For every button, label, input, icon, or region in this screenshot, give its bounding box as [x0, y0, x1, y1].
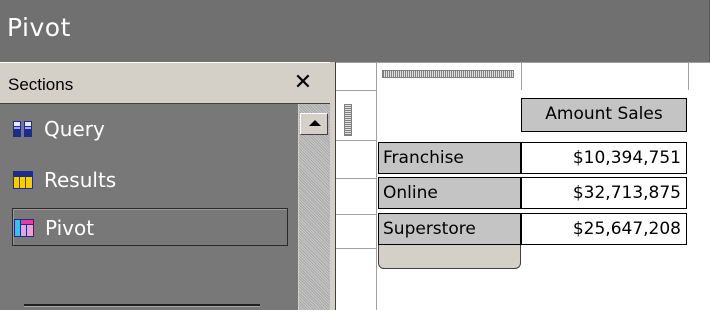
- row-header[interactable]: Franchise: [378, 142, 521, 174]
- sections-scrollbar[interactable]: [298, 104, 331, 310]
- section-divider: [24, 304, 260, 307]
- section-item-label: Query: [44, 117, 105, 141]
- section-item-label: Results: [44, 168, 117, 192]
- row-drop-handle[interactable]: [344, 104, 352, 136]
- grid-line: [336, 214, 376, 215]
- close-icon[interactable]: ✕: [291, 69, 315, 97]
- row-header[interactable]: Online: [378, 177, 521, 209]
- title-bar: Pivot: [0, 0, 710, 62]
- grid-line: [336, 90, 376, 91]
- section-item-results[interactable]: Results: [12, 161, 288, 199]
- grid-line: [376, 62, 377, 310]
- grid-line: [336, 140, 376, 141]
- table-cell-value: $10,394,751: [521, 142, 687, 174]
- pivot-grid: Amount Sales Franchise $10,394,751 Onlin…: [336, 62, 710, 310]
- window-title: Pivot: [7, 13, 71, 42]
- grid-line: [336, 248, 376, 249]
- column-header-amount-sales[interactable]: Amount Sales: [521, 98, 687, 132]
- grid-line: [336, 178, 376, 179]
- grid-line: [336, 62, 710, 63]
- column-drop-handle[interactable]: [382, 70, 514, 78]
- scroll-up-arrow-icon[interactable]: [300, 113, 328, 135]
- row-footer-handle[interactable]: [378, 245, 521, 269]
- section-list: Query Results Pivot: [0, 104, 298, 310]
- sections-header: Sections ✕: [0, 62, 336, 104]
- query-icon: [13, 121, 32, 137]
- section-item-query[interactable]: Query: [12, 110, 288, 148]
- section-item-label: Pivot: [45, 216, 95, 240]
- grid-line: [688, 62, 689, 90]
- grid-line: [521, 62, 522, 90]
- table-cell-value: $25,647,208: [521, 213, 687, 245]
- row-header[interactable]: Superstore: [378, 213, 521, 245]
- sections-header-label: Sections: [8, 75, 74, 94]
- table-cell-value: $32,713,875: [521, 177, 687, 209]
- section-item-pivot[interactable]: Pivot: [12, 208, 288, 246]
- sections-panel: Sections ✕ Query Results Pivot: [0, 62, 336, 310]
- pivot-table-icon: [14, 219, 34, 237]
- results-table-icon: [13, 171, 33, 189]
